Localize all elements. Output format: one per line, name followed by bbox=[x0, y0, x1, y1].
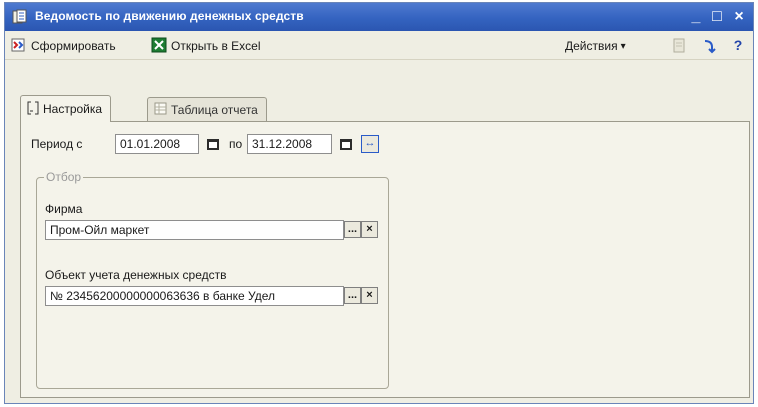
firm-clear-button[interactable]: × bbox=[361, 221, 378, 238]
filter-group: Отбор Фирма Пром-Ойл маркет ... × Объект… bbox=[36, 170, 389, 389]
bookmark-icon[interactable] bbox=[672, 36, 686, 56]
excel-icon bbox=[151, 37, 167, 56]
window-title: Ведомость по движению денежных средств bbox=[35, 9, 304, 23]
toolbar: Сформировать Открыть в Excel Действия ▾ bbox=[5, 31, 753, 60]
account-label: Объект учета денежных средств bbox=[45, 268, 227, 282]
account-field[interactable]: № 23456200000000063636 в банке Удел bbox=[45, 286, 344, 306]
arrow-icon[interactable] bbox=[702, 36, 716, 56]
maximize-button[interactable]: □ bbox=[708, 7, 726, 27]
report-window: Ведомость по движению денежных средств _… bbox=[4, 2, 754, 404]
calendar-icon[interactable] bbox=[339, 137, 353, 151]
generate-button[interactable]: Сформировать bbox=[11, 36, 116, 56]
settings-panel: Период с 01.01.2008 по 31.12.2008 ↔ Отбо… bbox=[20, 121, 750, 398]
actions-menu-button[interactable]: Действия ▾ bbox=[565, 36, 626, 56]
period-picker-button[interactable]: ↔ bbox=[361, 135, 379, 153]
period-from-label: Период с bbox=[31, 137, 83, 151]
firm-field[interactable]: Пром-Ойл маркет bbox=[45, 220, 344, 240]
help-icon[interactable]: ? bbox=[729, 36, 747, 54]
report-app-icon bbox=[12, 9, 27, 25]
title-bar[interactable]: Ведомость по движению денежных средств _… bbox=[5, 3, 753, 31]
open-excel-label: Открыть в Excel bbox=[171, 39, 261, 53]
calendar-icon[interactable] bbox=[206, 137, 220, 151]
tab-report-table-label: Таблица отчета bbox=[171, 102, 258, 117]
account-select-button[interactable]: ... bbox=[344, 287, 361, 304]
generate-icon bbox=[11, 37, 27, 56]
generate-label: Сформировать bbox=[31, 39, 116, 53]
filter-group-title: Отбор bbox=[44, 170, 84, 184]
firm-label: Фирма bbox=[45, 202, 83, 216]
period-from-field[interactable]: 01.01.2008 bbox=[115, 134, 199, 154]
chevron-down-icon: ▾ bbox=[620, 40, 626, 52]
period-to-field[interactable]: 31.12.2008 bbox=[247, 134, 332, 154]
actions-label: Действия bbox=[565, 39, 618, 53]
account-clear-button[interactable]: × bbox=[361, 287, 378, 304]
table-tab-icon bbox=[154, 102, 167, 118]
tab-strip: Настройка Таблица отчета bbox=[20, 95, 750, 122]
tab-settings[interactable]: Настройка bbox=[20, 95, 112, 122]
tab-settings-label: Настройка bbox=[43, 102, 103, 116]
close-button[interactable]: × bbox=[730, 7, 748, 27]
open-excel-button[interactable]: Открыть в Excel bbox=[151, 36, 261, 56]
settings-tab-icon bbox=[27, 101, 39, 118]
minimize-button[interactable]: _ bbox=[687, 7, 705, 27]
period-to-label: по bbox=[229, 137, 243, 151]
tab-report-table[interactable]: Таблица отчета bbox=[147, 97, 267, 121]
firm-select-button[interactable]: ... bbox=[344, 221, 361, 238]
